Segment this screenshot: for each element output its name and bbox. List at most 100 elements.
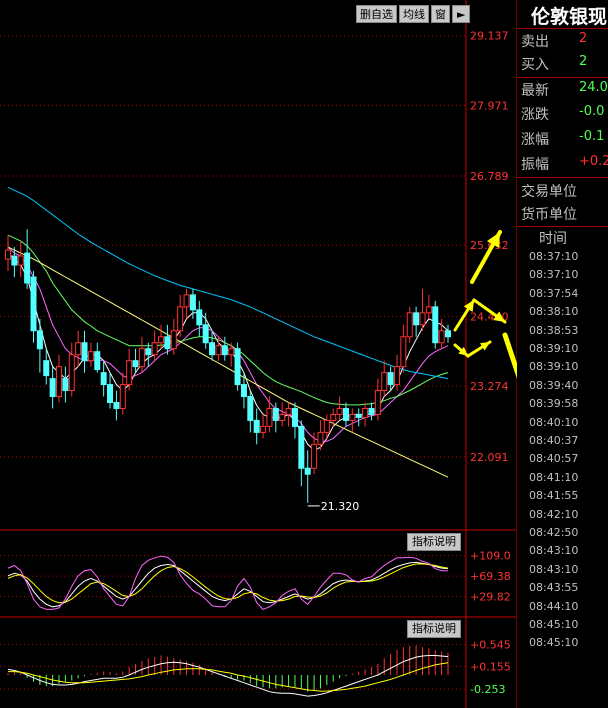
last-label: 最新: [521, 83, 549, 99]
candle-body: [164, 336, 171, 350]
candle-body: [221, 345, 228, 356]
tick-time: 08:40:37: [529, 434, 579, 447]
candle-body: [17, 255, 24, 266]
candle-body: [132, 360, 139, 368]
change-label: 涨跌: [521, 107, 549, 123]
price-axis-label: 22.091: [470, 451, 509, 464]
time-column-header: 时间: [539, 231, 567, 247]
tick-time: 08:45:10: [529, 636, 579, 650]
candle-body: [87, 351, 94, 362]
indicator-help-button-2[interactable]: 指标说明: [407, 620, 461, 638]
candle-body: [272, 407, 279, 421]
candle-body: [5, 249, 11, 260]
sell-row: 卖出 2: [521, 31, 608, 53]
candle-body: [30, 276, 37, 332]
candle-body: [317, 431, 324, 445]
candle-body: [81, 342, 88, 362]
candle-body: [126, 360, 133, 386]
candle-body: [228, 348, 235, 356]
tick-time: 08:42:50: [529, 526, 579, 539]
candle-body: [202, 324, 209, 344]
candle-body: [406, 312, 413, 338]
pct-value: -0.1: [579, 129, 605, 144]
change-value: -0.0: [579, 104, 605, 119]
candle-body: [209, 342, 216, 356]
change-row: 涨跌 -0.0: [521, 104, 608, 126]
currency-row: 货币单位: [521, 204, 608, 226]
candle-body: [419, 312, 426, 326]
candle-body: [138, 348, 145, 368]
price-axis-label: 26.789: [470, 170, 509, 183]
candle-body: [304, 467, 311, 475]
candle-body: [432, 306, 439, 344]
price-axis-label: 27.971: [470, 99, 509, 112]
tick-time: 08:37:10: [529, 250, 579, 263]
kdj-line: [7, 555, 448, 610]
price-axis-labels: 29.13727.97126.78925.63224.44023.27422.0…: [470, 30, 509, 464]
tick-time: 08:39:10: [529, 360, 579, 374]
candle-body: [368, 407, 375, 415]
delete-favorite-button[interactable]: 删自选: [356, 5, 397, 23]
amp-label: 振幅: [521, 157, 549, 173]
candle-body: [330, 413, 337, 421]
candle-body: [49, 378, 56, 398]
candle-body: [298, 425, 305, 469]
tick-time: 08:45:10: [529, 618, 579, 631]
tick-time: 08:41:55: [529, 489, 579, 503]
candle-body: [393, 366, 400, 386]
macd-axis-label: +0.545: [470, 639, 511, 652]
candle-body: [279, 413, 286, 421]
candle-body: [253, 419, 260, 433]
candle-body: [107, 384, 114, 403]
candle-body: [177, 306, 184, 332]
candle-body: [291, 407, 298, 427]
candle-body: [438, 330, 445, 344]
kdj-line: [7, 561, 449, 608]
candle-body: [400, 336, 407, 368]
macd-axis-label: +0.155: [470, 660, 511, 673]
macd-indicator: +0.545 +0.155 -0.253: [0, 639, 511, 697]
candle-body: [374, 390, 381, 415]
candle-body: [362, 407, 369, 418]
candle-body: [189, 294, 196, 311]
currency-unit-label: 货币单位: [521, 207, 577, 223]
candle-body: [413, 312, 420, 326]
menu-arrow-icon[interactable]: ►: [452, 5, 471, 23]
candle-body: [56, 366, 63, 398]
kdj-axis-label: +69.38: [470, 570, 511, 583]
tick-time: 08:43:55: [529, 581, 579, 595]
tick-time: 08:44:10: [529, 599, 579, 613]
candle-body: [247, 396, 254, 421]
candle-body: [183, 294, 190, 308]
buy-value: 2: [579, 54, 588, 69]
tick-time: 08:37:10: [529, 268, 579, 282]
candle-body: [349, 413, 356, 421]
candle-body: [260, 425, 267, 433]
candle-body: [43, 360, 50, 377]
tick-time: 08:39:58: [529, 397, 579, 411]
candle-body: [381, 372, 388, 392]
last-row: 最新 24.0: [521, 80, 608, 102]
moving-average-button[interactable]: 均线: [399, 5, 429, 23]
sell-value: 2: [579, 31, 588, 46]
candle-body: [445, 330, 451, 338]
indicator-help-button-1[interactable]: 指标说明: [407, 533, 461, 551]
window-button[interactable]: 窗: [431, 5, 450, 23]
candle-body: [158, 336, 165, 344]
candle-body: [342, 407, 349, 421]
candle-body: [355, 413, 362, 418]
price-axis-label: 29.137: [470, 30, 509, 43]
candle-body: [75, 342, 82, 356]
last-value: 24.0: [579, 80, 608, 95]
unit-row: 交易单位: [521, 181, 608, 203]
candle-body: [145, 348, 152, 356]
candle-body: [62, 378, 69, 392]
tick-time: 08:38:53: [529, 323, 579, 337]
candle-body: [311, 443, 318, 469]
tick-time: 08:43:10: [529, 562, 579, 576]
candle-body: [119, 384, 126, 409]
candle-body: [425, 306, 432, 314]
candle-body: [68, 354, 75, 392]
sell-label: 卖出: [521, 34, 549, 50]
instrument-title: 伦敦银现: [531, 6, 608, 28]
